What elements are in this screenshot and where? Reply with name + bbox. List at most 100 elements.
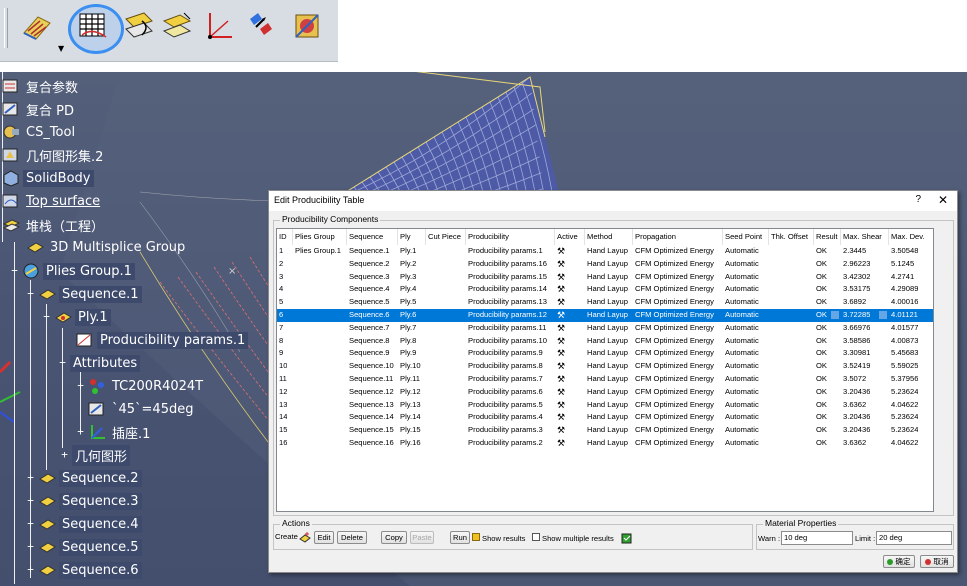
expand-icon[interactable]: + xyxy=(26,495,35,506)
tree-node-geometric-set-2[interactable]: 几何图形集.2 xyxy=(2,145,106,165)
expand-icon[interactable]: + xyxy=(26,472,35,483)
tree-node-3d-multisplice-group[interactable]: 3D Multisplice Group xyxy=(26,237,188,257)
table-row[interactable]: 15 Sequence.15 Ply.15 Producibility params.… xyxy=(277,424,933,437)
expand-icon[interactable]: + xyxy=(26,541,35,552)
column-header[interactable]: Thk. Offset xyxy=(771,231,808,243)
active-hammer-icon[interactable]: ⚒ xyxy=(557,411,565,424)
toolbar-grip[interactable] xyxy=(4,8,8,48)
column-header[interactable]: Producibility xyxy=(468,231,509,243)
dialog-title-bar[interactable]: Edit Producibility Table ? ✕ xyxy=(269,191,957,211)
producibility-table[interactable]: ID Plies Group Sequence Ply Cut Piece Produci… xyxy=(276,228,934,512)
tree-node-plies-group[interactable]: − Plies Group.1 xyxy=(10,261,135,281)
tree-node-sequence-6[interactable]: + Sequence.6 xyxy=(26,560,142,580)
ok-button[interactable]: 确定 xyxy=(883,555,915,568)
collapse-icon[interactable]: − xyxy=(26,288,35,299)
column-header[interactable]: Method xyxy=(587,231,612,243)
edit-button[interactable]: Edit xyxy=(314,531,334,544)
tree-node-geometry[interactable]: + 几何图形 xyxy=(60,444,131,466)
tree-node-composites-params[interactable]: 复合参数 xyxy=(2,76,81,96)
tree-node-sequence-3[interactable]: + Sequence.3 xyxy=(26,491,142,511)
warn-angle-field[interactable]: 10 deg xyxy=(781,531,853,545)
table-row[interactable]: 5 Sequence.5 Ply.5 Producibility params.13 ⚒… xyxy=(277,296,933,309)
producibility-table-icon[interactable] xyxy=(68,4,124,54)
dropdown-arrow-icon[interactable]: ▼ xyxy=(58,44,64,53)
ply-exploder-icon[interactable] xyxy=(158,6,196,46)
paste-button[interactable]: Paste xyxy=(410,531,434,544)
tree-node-top-surface[interactable]: Top surface xyxy=(2,191,103,211)
show-multiple-results-checkbox[interactable] xyxy=(532,533,540,541)
column-header[interactable]: ID xyxy=(279,231,287,243)
active-hammer-icon[interactable]: ⚒ xyxy=(557,309,565,322)
table-row[interactable]: 3 Sequence.3 Ply.3 Producibility params.15 ⚒… xyxy=(277,271,933,284)
active-hammer-icon[interactable]: ⚒ xyxy=(557,360,565,373)
table-row[interactable]: 9 Sequence.9 Ply.9 Producibility params.9 ⚒ H… xyxy=(277,347,933,360)
active-hammer-icon[interactable]: ⚒ xyxy=(557,386,565,399)
active-hammer-icon[interactable]: ⚒ xyxy=(557,424,565,437)
active-hammer-icon[interactable]: ⚒ xyxy=(557,283,565,296)
active-hammer-icon[interactable]: ⚒ xyxy=(557,296,565,309)
expand-icon[interactable]: + xyxy=(26,518,35,529)
expand-icon[interactable]: + xyxy=(76,426,85,437)
create-ply-icon[interactable] xyxy=(299,530,311,543)
column-header[interactable]: Ply xyxy=(400,231,411,243)
active-hammer-icon[interactable]: ⚒ xyxy=(557,335,565,348)
table-row[interactable]: 14 Sequence.14 Ply.14 Producibility params.… xyxy=(277,411,933,424)
table-row[interactable]: 16 Sequence.16 Ply.16 Producibility params.… xyxy=(277,437,933,450)
ply-surface-icon[interactable] xyxy=(18,6,56,46)
tree-node-direction[interactable]: `45`=45deg xyxy=(88,399,196,419)
table-row[interactable]: 12 Sequence.12 Ply.12 Producibility params.… xyxy=(277,386,933,399)
column-header[interactable]: Sequence xyxy=(349,231,383,243)
results-display-icon[interactable] xyxy=(621,531,632,544)
column-header[interactable]: Active xyxy=(557,231,578,243)
tree-node-sequence-1[interactable]: − Sequence.1 xyxy=(26,284,142,304)
tree-node-ply-1[interactable]: − Ply.1 xyxy=(42,307,111,327)
column-header[interactable]: Max. Dev. xyxy=(891,231,925,243)
tree-node-sequence-4[interactable]: + Sequence.4 xyxy=(26,514,142,534)
table-row[interactable]: 11 Sequence.11 Ply.11 Producibility params.… xyxy=(277,373,933,386)
table-row[interactable]: 13 Sequence.13 Ply.13 Producibility params.… xyxy=(277,399,933,412)
show-results-checkbox[interactable] xyxy=(472,533,480,541)
cancel-button[interactable]: 取消 xyxy=(920,555,954,568)
table-row[interactable]: 7 Sequence.7 Ply.7 Producibility params.11 ⚒… xyxy=(277,322,933,335)
column-header[interactable]: Result xyxy=(816,231,838,243)
expand-icon[interactable]: + xyxy=(26,564,35,575)
column-header[interactable]: Cut Piece xyxy=(428,231,461,243)
tree-node-composites-pd[interactable]: 复合 PD xyxy=(2,99,77,119)
sequence-icon[interactable] xyxy=(242,6,280,46)
copy-button[interactable]: Copy xyxy=(381,531,407,544)
table-row[interactable]: 2 Sequence.2 Ply.2 Producibility params.16 ⚒… xyxy=(277,258,933,271)
table-row[interactable]: 1 Plies Group.1 Sequence.1 Ply.1 Producibili… xyxy=(277,245,933,258)
column-header[interactable]: Plies Group xyxy=(295,231,335,243)
column-header[interactable]: Propagation xyxy=(635,231,676,243)
tree-node-material[interactable]: + TC200R4024T xyxy=(76,376,206,396)
collapse-icon[interactable]: − xyxy=(58,357,67,368)
column-header[interactable]: Max. Shear xyxy=(843,231,882,243)
material-icon[interactable] xyxy=(288,6,326,46)
tree-node-attributes[interactable]: − Attributes xyxy=(58,353,141,373)
tree-node-sequence-5[interactable]: + Sequence.5 xyxy=(26,537,142,557)
column-header[interactable]: Seed Point xyxy=(725,231,762,243)
expand-icon[interactable]: + xyxy=(76,380,85,391)
limit-angle-field[interactable]: 20 deg xyxy=(876,531,952,545)
active-hammer-icon[interactable]: ⚒ xyxy=(557,322,565,335)
table-row[interactable]: 8 Sequence.8 Ply.8 Producibility params.10 ⚒… xyxy=(277,335,933,348)
active-hammer-icon[interactable]: ⚒ xyxy=(557,258,565,271)
active-hammer-icon[interactable]: ⚒ xyxy=(557,347,565,360)
tree-node-rosette[interactable]: + 插座.1 xyxy=(76,422,153,442)
active-hammer-icon[interactable]: ⚒ xyxy=(557,373,565,386)
collapse-icon[interactable]: − xyxy=(42,311,51,322)
table-row[interactable]: 10 Sequence.10 Ply.10 Producibility params.… xyxy=(277,360,933,373)
active-hammer-icon[interactable]: ⚒ xyxy=(557,399,565,412)
table-row[interactable]: 4 Sequence.4 Ply.4 Producibility params.14 ⚒… xyxy=(277,283,933,296)
tree-node-stacking[interactable]: 堆栈（工程） xyxy=(2,215,107,235)
tree-node-producibility-params[interactable]: Producibility params.1 xyxy=(76,330,249,350)
expand-icon[interactable]: + xyxy=(60,449,69,460)
help-button[interactable]: ? xyxy=(915,194,921,205)
active-hammer-icon[interactable]: ⚒ xyxy=(557,271,565,284)
tree-node-solid-body[interactable]: SolidBody xyxy=(2,168,94,188)
tree-node-cs-tool[interactable]: CS_Tool xyxy=(2,122,78,142)
table-row[interactable]: 6 Sequence.6 Ply.6 Producibility params.12 ⚒… xyxy=(277,309,933,322)
active-hammer-icon[interactable]: ⚒ xyxy=(557,245,565,258)
axis-system-icon[interactable] xyxy=(200,6,238,46)
run-button[interactable]: Run xyxy=(450,531,470,544)
